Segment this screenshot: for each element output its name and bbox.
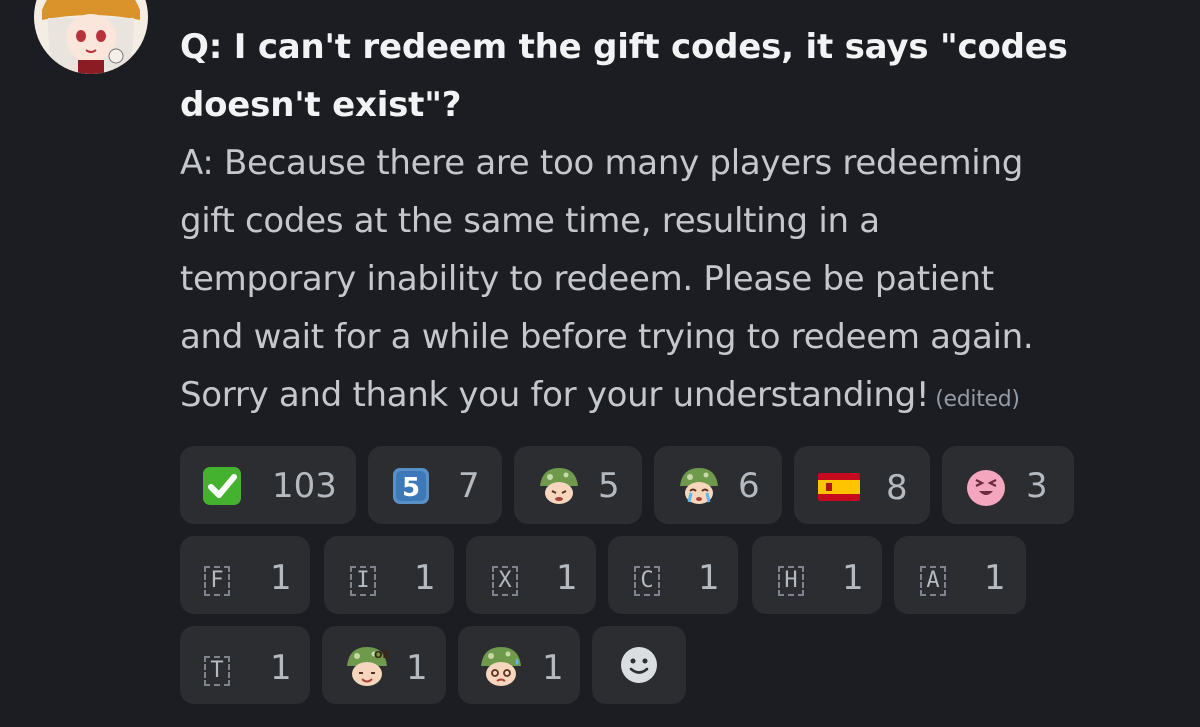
reaction-count: 1 (542, 648, 564, 688)
reaction-count: 1 (270, 648, 292, 688)
reaction-count: 1 (556, 558, 578, 598)
reaction-count: 1 (414, 558, 436, 598)
regional-t-icon: T (204, 656, 230, 686)
mushroom-sad-icon (538, 466, 580, 506)
answer-text: A: Because there are too many players re… (180, 134, 1170, 429)
svg-text:OK: OK (374, 650, 390, 661)
reaction-count: 7 (458, 466, 480, 506)
reaction-count: 1 (698, 558, 720, 598)
add-reaction-button[interactable] (592, 626, 686, 704)
reaction-regional-f[interactable]: F 1 (180, 536, 310, 614)
flag-spain-icon (818, 473, 860, 501)
message-content: Q: I can't redeem the gift codes, it say… (180, 18, 1170, 429)
regional-glyph: T (204, 656, 230, 686)
reaction-regional-i[interactable]: I 1 (324, 536, 454, 614)
answer-line: gift codes at the same time, resulting i… (180, 201, 880, 241)
mushroom-sweat-icon (478, 644, 524, 688)
regional-glyph: F (204, 566, 230, 596)
reaction-white-check-mark[interactable]: 103 (180, 446, 356, 524)
regional-glyph: C (634, 566, 660, 596)
reaction-regional-a[interactable]: A 1 (894, 536, 1026, 614)
regional-f-icon: F (204, 566, 230, 596)
username-fragment (178, 0, 328, 4)
regional-glyph: A (920, 566, 946, 596)
mushroom-cry-icon (678, 466, 720, 506)
regional-h-icon: H (778, 566, 804, 596)
reaction-flag-spain[interactable]: 8 (794, 446, 930, 524)
reaction-regional-c[interactable]: C 1 (608, 536, 738, 614)
keycap-glyph: 5 (402, 473, 420, 503)
mushroom-ok-icon: OK (344, 644, 390, 688)
answer-line: and wait for a while before trying to re… (180, 317, 1034, 357)
reaction-count: 1 (984, 558, 1006, 598)
reaction-keycap-5[interactable]: 5 7 (368, 446, 502, 524)
reaction-regional-t[interactable]: T 1 (180, 626, 310, 704)
reaction-mushroom-cry[interactable]: 6 (654, 446, 782, 524)
reaction-mushroom-ok[interactable]: OK 1 (322, 626, 446, 704)
avatar[interactable] (34, 0, 148, 74)
answer-line: temporary inability to redeem. Please be… (180, 259, 994, 299)
answer-line: Sorry and thank you for your understandi… (180, 375, 930, 415)
edited-label: (edited) (935, 387, 1020, 412)
reaction-mushroom-sad[interactable]: 5 (514, 446, 642, 524)
regional-i-icon: I (350, 566, 376, 596)
regional-c-icon: C (634, 566, 660, 596)
reaction-regional-x[interactable]: X 1 (466, 536, 596, 614)
reaction-count: 5 (598, 466, 620, 506)
reaction-count: 1 (270, 558, 292, 598)
reaction-count: 103 (272, 466, 337, 506)
reaction-count: 3 (1026, 466, 1048, 506)
reaction-count: 6 (738, 466, 760, 506)
reaction-count: 8 (886, 468, 908, 508)
keycap-5-icon: 5 (392, 467, 430, 505)
regional-glyph: H (778, 566, 804, 596)
reaction-regional-h[interactable]: H 1 (752, 536, 882, 614)
regional-glyph: I (350, 566, 376, 596)
question-text: Q: I can't redeem the gift codes, it say… (180, 27, 1068, 125)
reaction-count: 1 (406, 648, 428, 688)
pink-blob-laugh-icon (964, 464, 1008, 508)
reaction-count: 1 (842, 558, 864, 598)
reaction-mushroom-sweat[interactable]: 1 (458, 626, 580, 704)
reaction-pink-blob-laugh[interactable]: 3 (942, 446, 1074, 524)
smiley-add-icon (621, 647, 657, 683)
regional-a-icon: A (920, 566, 946, 596)
regional-x-icon: X (492, 566, 518, 596)
regional-glyph: X (492, 566, 518, 596)
white-check-mark-icon (202, 466, 242, 506)
answer-line: A: Because there are too many players re… (180, 143, 1023, 183)
